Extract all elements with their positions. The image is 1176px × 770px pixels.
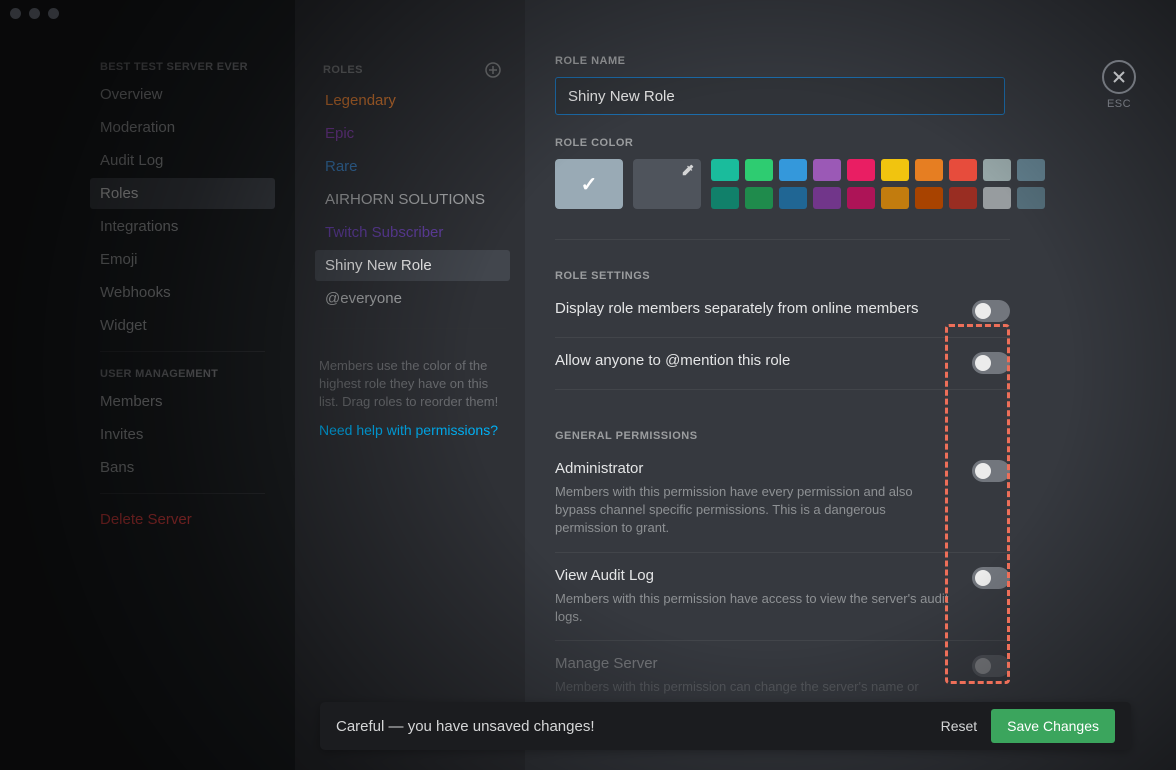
- perm-title: View Audit Log: [555, 567, 952, 584]
- sidebar-item-invites[interactable]: Invites: [90, 419, 275, 450]
- window-controls: [10, 8, 59, 19]
- color-swatch[interactable]: [847, 187, 875, 209]
- color-swatch[interactable]: [745, 187, 773, 209]
- toggle-administrator[interactable]: [972, 460, 1010, 482]
- settings-sidebar: BEST TEST SERVER EVER Overview Moderatio…: [0, 0, 295, 770]
- color-swatch[interactable]: [847, 159, 875, 181]
- toggle-mention[interactable]: [972, 352, 1010, 374]
- sidebar-item-members[interactable]: Members: [90, 386, 275, 417]
- color-swatch[interactable]: [1017, 187, 1045, 209]
- sidebar-item-emoji[interactable]: Emoji: [90, 244, 275, 275]
- toggle-knob: [975, 570, 991, 586]
- color-swatch[interactable]: [881, 187, 909, 209]
- divider: [100, 351, 265, 352]
- toggle-knob: [975, 355, 991, 371]
- role-item-airhorn[interactable]: AIRHORN SOLUTIONS: [315, 184, 510, 215]
- perm-view-audit-log: View Audit Log Members with this permiss…: [555, 553, 1010, 641]
- color-swatch[interactable]: [881, 159, 909, 181]
- role-detail-panel: ROLE NAME ROLE COLOR ✓ ROLE SETTINGS Dis…: [525, 0, 1176, 770]
- toggle-knob: [975, 658, 991, 674]
- perm-title: Administrator: [555, 460, 952, 477]
- sidebar-item-roles[interactable]: Roles: [90, 178, 275, 209]
- toggle-manage-server[interactable]: [972, 655, 1010, 677]
- save-changes-button[interactable]: Save Changes: [991, 709, 1115, 743]
- toggle-knob: [975, 303, 991, 319]
- color-swatch[interactable]: [711, 159, 739, 181]
- server-name-header: BEST TEST SERVER EVER: [90, 55, 275, 79]
- esc-label: ESC: [1102, 98, 1136, 110]
- role-item-rare[interactable]: Rare: [315, 151, 510, 182]
- unsaved-changes-bar: Careful — you have unsaved changes! Rese…: [320, 702, 1131, 750]
- toggle-knob: [975, 463, 991, 479]
- roles-list-column: ROLES Legendary Epic Rare AIRHORN SOLUTI…: [295, 0, 525, 770]
- traffic-light-min[interactable]: [29, 8, 40, 19]
- setting-label: Display role members separately from onl…: [555, 300, 952, 317]
- color-swatch[interactable]: [915, 159, 943, 181]
- sidebar-item-overview[interactable]: Overview: [90, 79, 275, 110]
- sidebar-item-bans[interactable]: Bans: [90, 452, 275, 483]
- perm-title: Manage Server: [555, 655, 952, 672]
- color-swatch[interactable]: [983, 159, 1011, 181]
- close-settings: ESC: [1102, 60, 1136, 110]
- eyedropper-icon: [681, 163, 695, 180]
- sidebar-item-delete-server[interactable]: Delete Server: [90, 504, 275, 535]
- role-item-legendary[interactable]: Legendary: [315, 85, 510, 116]
- color-swatch-grid: [711, 159, 1045, 209]
- role-item-everyone[interactable]: @everyone: [315, 283, 510, 314]
- color-swatch-default[interactable]: ✓: [555, 159, 623, 209]
- color-swatch[interactable]: [915, 187, 943, 209]
- close-button[interactable]: [1102, 60, 1136, 94]
- color-swatch[interactable]: [745, 159, 773, 181]
- user-mgmt-header: USER MANAGEMENT: [90, 362, 275, 386]
- color-swatch[interactable]: [983, 187, 1011, 209]
- general-permissions-header: GENERAL PERMISSIONS: [555, 430, 1136, 442]
- role-item-epic[interactable]: Epic: [315, 118, 510, 149]
- toggle-view-audit-log[interactable]: [972, 567, 1010, 589]
- role-item-twitch[interactable]: Twitch Subscriber: [315, 217, 510, 248]
- color-swatch[interactable]: [813, 159, 841, 181]
- color-swatch[interactable]: [949, 187, 977, 209]
- setting-display-separate: Display role members separately from onl…: [555, 286, 1010, 338]
- app-root: BEST TEST SERVER EVER Overview Moderatio…: [0, 0, 1176, 770]
- role-name-input[interactable]: [555, 77, 1005, 115]
- role-settings-header: ROLE SETTINGS: [555, 270, 1136, 282]
- role-name-label: ROLE NAME: [555, 55, 1136, 67]
- setting-mention: Allow anyone to @mention this role: [555, 338, 1010, 390]
- color-swatch[interactable]: [1017, 159, 1045, 181]
- sidebar-item-widget[interactable]: Widget: [90, 310, 275, 341]
- color-swatch[interactable]: [813, 187, 841, 209]
- toggle-display-separate[interactable]: [972, 300, 1010, 322]
- perm-desc: Members with this permission have every …: [555, 483, 952, 538]
- add-role-icon[interactable]: [484, 61, 502, 79]
- color-swatch[interactable]: [779, 159, 807, 181]
- sidebar-item-moderation[interactable]: Moderation: [90, 112, 275, 143]
- reset-button[interactable]: Reset: [927, 710, 992, 742]
- close-icon: [1111, 69, 1127, 85]
- traffic-light-max[interactable]: [48, 8, 59, 19]
- color-swatch[interactable]: [779, 187, 807, 209]
- perm-desc: Members with this permission have access…: [555, 590, 952, 626]
- divider: [555, 239, 1010, 240]
- check-icon: ✓: [581, 172, 598, 197]
- role-color-label: ROLE COLOR: [555, 137, 1136, 149]
- sidebar-item-audit-log[interactable]: Audit Log: [90, 145, 275, 176]
- sidebar-item-integrations[interactable]: Integrations: [90, 211, 275, 242]
- roles-header-row: ROLES: [315, 55, 510, 85]
- sidebar-item-webhooks[interactable]: Webhooks: [90, 277, 275, 308]
- unsaved-text: Careful — you have unsaved changes!: [336, 718, 927, 735]
- divider: [100, 493, 265, 494]
- perm-administrator: Administrator Members with this permissi…: [555, 446, 1010, 553]
- color-picker-row: ✓: [555, 159, 1136, 209]
- color-swatch[interactable]: [711, 187, 739, 209]
- roles-hint: Members use the color of the highest rol…: [315, 343, 510, 412]
- roles-header: ROLES: [323, 64, 363, 76]
- color-swatch[interactable]: [949, 159, 977, 181]
- permissions-help-link[interactable]: Need help with permissions?: [315, 412, 510, 448]
- divider: [319, 328, 506, 329]
- role-item-shiny-new[interactable]: Shiny New Role: [315, 250, 510, 281]
- color-swatch-custom[interactable]: [633, 159, 701, 209]
- setting-label: Allow anyone to @mention this role: [555, 352, 952, 369]
- traffic-light-close[interactable]: [10, 8, 21, 19]
